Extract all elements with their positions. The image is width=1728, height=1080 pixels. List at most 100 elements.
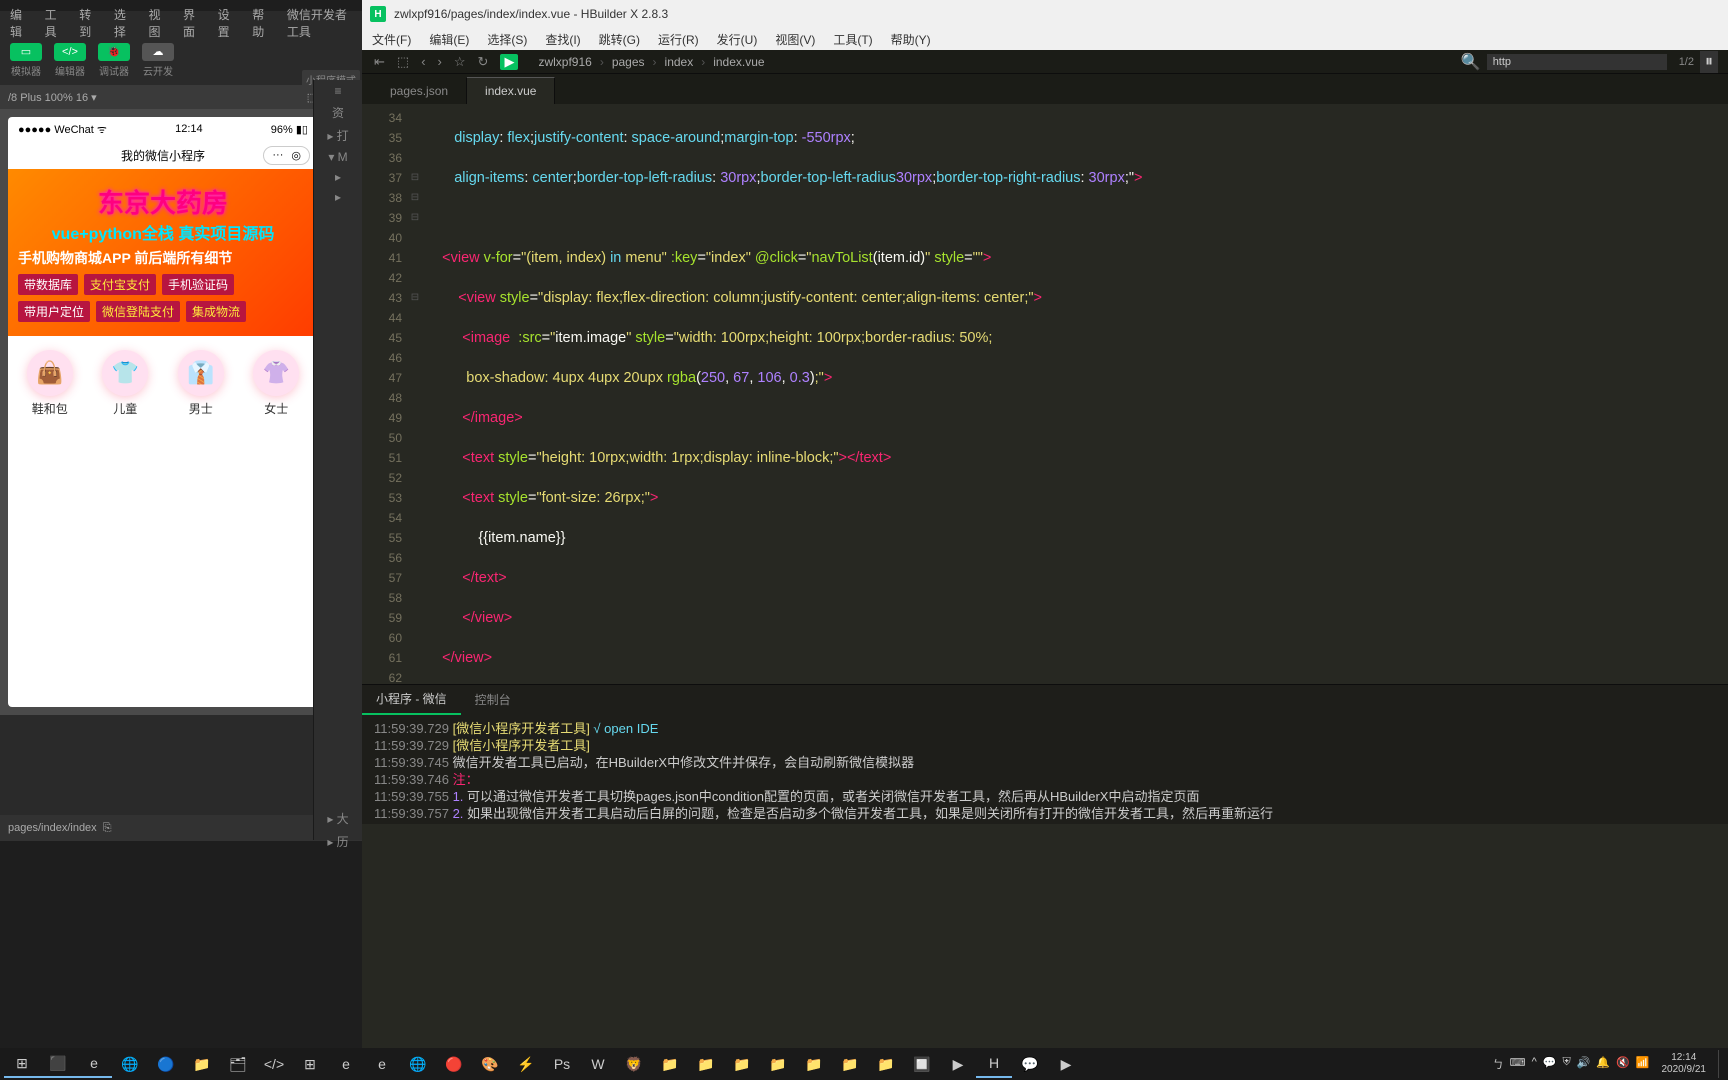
taskbar-app-16[interactable]: W: [580, 1050, 616, 1078]
tray-icon-7[interactable]: 🔇: [1616, 1056, 1630, 1072]
page-path[interactable]: pages/index/index: [8, 822, 97, 834]
taskbar-app-8[interactable]: ⊞: [292, 1050, 328, 1078]
taskbar-app-24[interactable]: 📁: [868, 1050, 904, 1078]
taskbar-app-3[interactable]: 🌐: [112, 1050, 148, 1078]
explorer-icon[interactable]: ≡: [334, 84, 341, 98]
console-tab-miniprogram[interactable]: 小程序 - 微信: [362, 684, 461, 715]
category-bags[interactable]: 👜鞋和包: [27, 350, 73, 417]
editor-button[interactable]: </>编辑器: [54, 43, 86, 78]
taskbar-app-15[interactable]: Ps: [544, 1050, 580, 1078]
breadcrumb-pages[interactable]: pages: [612, 55, 645, 69]
taskbar-app-22[interactable]: 📁: [796, 1050, 832, 1078]
menu-view[interactable]: 视图: [148, 6, 167, 40]
taskbar-app-14[interactable]: ⚡: [508, 1050, 544, 1078]
menu-select[interactable]: 选择: [114, 6, 133, 40]
tray-icon-0[interactable]: ㄅ: [1493, 1056, 1504, 1072]
taskbar-app-19[interactable]: 📁: [688, 1050, 724, 1078]
nav-collapse-icon[interactable]: ⇤: [374, 54, 385, 70]
menu-view[interactable]: 视图(V): [775, 31, 815, 48]
menu-goto[interactable]: 跳转(G): [599, 31, 640, 48]
taskbar-app-1[interactable]: ⬛: [40, 1050, 76, 1078]
menu-run[interactable]: 运行(R): [658, 31, 699, 48]
side-tree-2[interactable]: ▾ M: [328, 150, 347, 164]
taskbar-app-12[interactable]: 🔴: [436, 1050, 472, 1078]
taskbar-app-18[interactable]: 📁: [652, 1050, 688, 1078]
taskbar-app-2[interactable]: e: [76, 1050, 112, 1078]
menu-select[interactable]: 选择(S): [487, 31, 527, 48]
menu-publish[interactable]: 发行(U): [717, 31, 758, 48]
nav-back-icon[interactable]: ‹: [421, 54, 425, 70]
taskbar-app-17[interactable]: 🦁: [616, 1050, 652, 1078]
taskbar-app-9[interactable]: e: [328, 1050, 364, 1078]
nav-refresh-icon[interactable]: ↻: [478, 54, 489, 70]
device-selector[interactable]: /8 Plus 100% 16 ▾: [8, 91, 97, 104]
taskbar-app-4[interactable]: 🔵: [148, 1050, 184, 1078]
taskbar-app-27[interactable]: H: [976, 1050, 1012, 1078]
menu-edit[interactable]: 编辑(E): [429, 31, 469, 48]
run-button[interactable]: ▶: [500, 54, 518, 70]
menu-settings[interactable]: 设置: [218, 6, 237, 40]
menu-edit[interactable]: 编辑: [10, 6, 29, 40]
capsule-button[interactable]: ··· ◎: [263, 146, 310, 165]
taskbar-app-13[interactable]: 🎨: [472, 1050, 508, 1078]
menu-tool[interactable]: 工具: [45, 6, 64, 40]
cloud-dev-button[interactable]: ☁云开发: [142, 43, 174, 78]
taskbar-app-7[interactable]: </>: [256, 1050, 292, 1078]
code-editor[interactable]: 3435363738394041424344454647484950515253…: [362, 104, 1728, 684]
tray-icon-6[interactable]: 🔔: [1596, 1056, 1610, 1072]
menu-help[interactable]: 帮助(Y): [891, 31, 931, 48]
taskbar-app-23[interactable]: 📁: [832, 1050, 868, 1078]
tab-pages-json[interactable]: pages.json: [372, 78, 467, 104]
taskbar-app-29[interactable]: ▶: [1048, 1050, 1084, 1078]
search-icon[interactable]: 🔍: [1461, 52, 1481, 72]
taskbar-app-25[interactable]: 🔲: [904, 1050, 940, 1078]
category-men[interactable]: 👔男士: [178, 350, 224, 417]
menu-find[interactable]: 查找(I): [545, 31, 580, 48]
side-tree-6[interactable]: ▸ 历: [327, 833, 348, 850]
taskbar-app-26[interactable]: ▶: [940, 1050, 976, 1078]
simulator-button[interactable]: ▭模拟器: [10, 43, 42, 78]
menu-help[interactable]: 帮助: [252, 6, 271, 40]
side-tree-5[interactable]: ▸ 大: [327, 810, 348, 827]
debugger-button[interactable]: 🐞调试器: [98, 43, 130, 78]
category-kids[interactable]: 👕儿童: [102, 350, 148, 417]
copy-icon[interactable]: ⎘: [103, 822, 112, 835]
side-tree-1[interactable]: ▸ 打: [327, 127, 348, 144]
taskbar-clock[interactable]: 12:14 2020/9/21: [1656, 1052, 1713, 1076]
taskbar-app-0[interactable]: ⊞: [4, 1050, 40, 1078]
taskbar-app-6[interactable]: 🗂: [220, 1050, 256, 1078]
tray-icon-1[interactable]: ⌨: [1510, 1056, 1526, 1072]
taskbar-app-11[interactable]: 🌐: [400, 1050, 436, 1078]
breadcrumb-file[interactable]: index.vue: [713, 55, 764, 69]
pause-button[interactable]: ⏸: [1700, 51, 1718, 73]
taskbar-app-20[interactable]: 📁: [724, 1050, 760, 1078]
side-tree-4[interactable]: ▸: [335, 190, 341, 204]
taskbar-app-5[interactable]: 📁: [184, 1050, 220, 1078]
tray-icon-5[interactable]: 🔊: [1577, 1056, 1591, 1072]
taskbar-app-10[interactable]: e: [364, 1050, 400, 1078]
taskbar-app-21[interactable]: 📁: [760, 1050, 796, 1078]
category-women[interactable]: 👚女士: [253, 350, 299, 417]
menu-file[interactable]: 文件(F): [372, 31, 411, 48]
nav-bookmark-icon[interactable]: ☆: [454, 54, 466, 70]
tray-icon-8[interactable]: 📶: [1636, 1056, 1650, 1072]
tray-icon-4[interactable]: ⛨: [1562, 1056, 1570, 1072]
menu-interface[interactable]: 界面: [183, 6, 202, 40]
tab-index-vue[interactable]: index.vue: [467, 77, 555, 104]
menu-tools[interactable]: 工具(T): [833, 31, 872, 48]
console-tab-terminal[interactable]: 控制台: [461, 685, 525, 714]
breadcrumb-project[interactable]: zwlxpf916: [538, 55, 591, 69]
tray-icon-2[interactable]: ^: [1532, 1056, 1537, 1072]
code-content[interactable]: display: flex;justify-content: space-aro…: [426, 108, 1728, 684]
nav-forward-icon[interactable]: ›: [438, 54, 442, 70]
menu-wxdevtools[interactable]: 微信开发者工具: [287, 6, 352, 40]
console-output[interactable]: 11:59:39.729 [微信小程序开发者工具] √ open IDE11:5…: [362, 714, 1728, 824]
taskbar-app-28[interactable]: 💬: [1012, 1050, 1048, 1078]
tray-icon-3[interactable]: 💬: [1543, 1056, 1557, 1072]
promo-banner[interactable]: 东京大药房 vue+python全栈 真实项目源码 手机购物商城APP 前后端所…: [8, 169, 318, 336]
breadcrumb-index[interactable]: index: [665, 55, 694, 69]
show-desktop-button[interactable]: [1718, 1050, 1724, 1078]
nav-panel-icon[interactable]: ⬚: [397, 54, 409, 70]
side-tree-3[interactable]: ▸: [335, 170, 341, 184]
search-input[interactable]: [1487, 54, 1667, 70]
